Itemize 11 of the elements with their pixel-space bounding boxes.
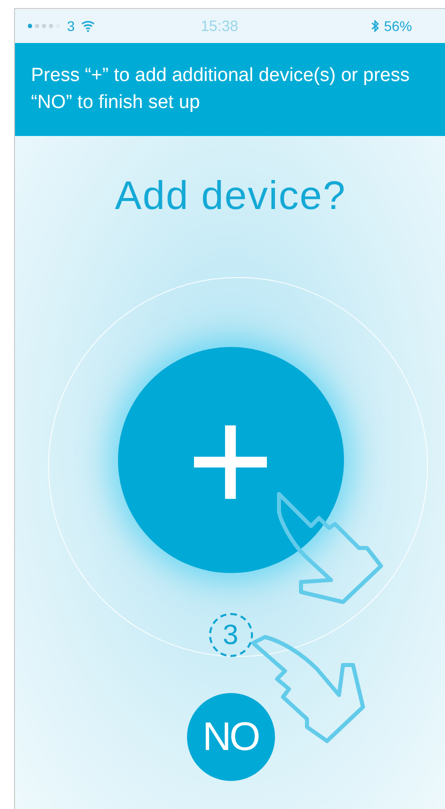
battery-percent: 56%	[384, 18, 412, 34]
add-button[interactable]: +	[118, 347, 344, 573]
bluetooth-icon	[370, 20, 379, 32]
step-badge: 3	[208, 613, 252, 657]
wifi-icon	[80, 20, 95, 32]
clock-time: 15:38	[200, 18, 240, 34]
no-button[interactable]: NO	[186, 693, 274, 781]
carrier-label: 3	[67, 18, 75, 34]
screen-title: Add device?	[114, 173, 346, 220]
instruction-text: Press “+” to add additional device(s) or press “NO” to finish set up	[31, 64, 411, 115]
signal-icon	[27, 23, 61, 29]
